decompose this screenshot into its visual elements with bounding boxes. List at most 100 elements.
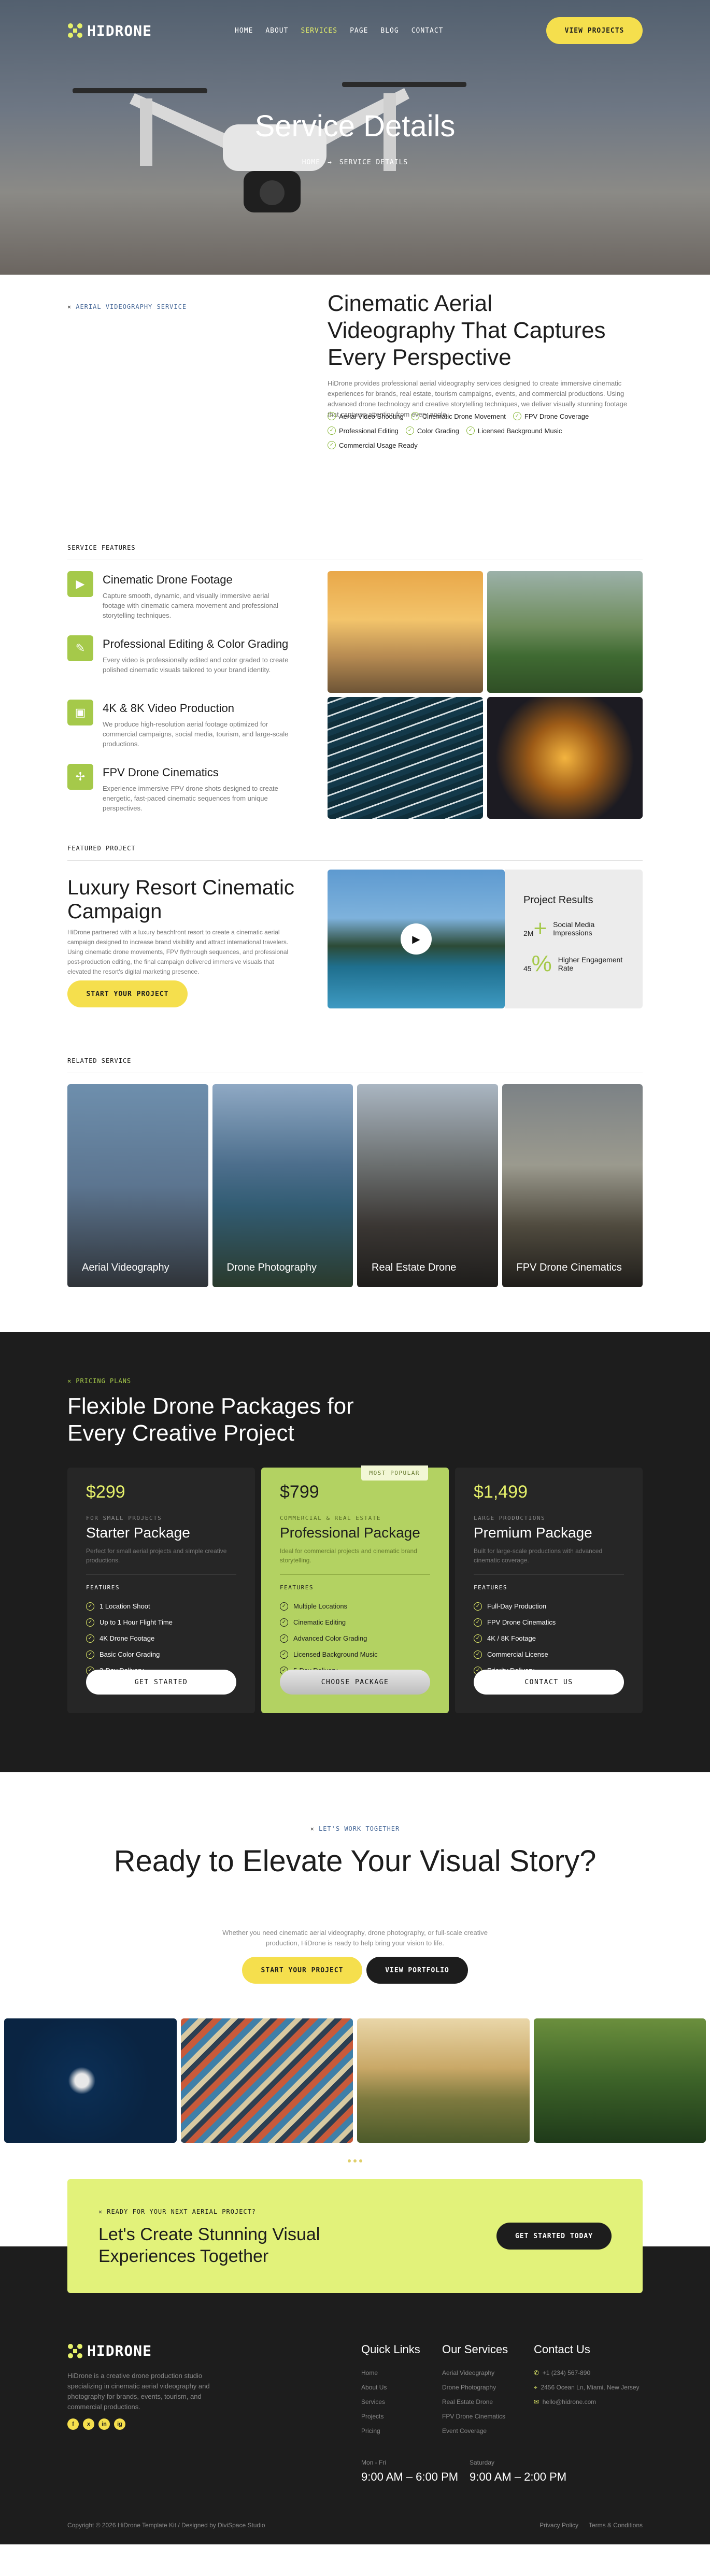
carousel-dots — [0, 2143, 710, 2179]
carousel-dot[interactable] — [353, 2159, 357, 2162]
privacy-policy-link[interactable]: Privacy Policy — [539, 2522, 578, 2529]
nav-contact[interactable]: CONTACT — [411, 27, 444, 35]
service-card[interactable]: FPV Drone Cinematics — [502, 1084, 643, 1287]
play-icon[interactable]: ▶ — [401, 923, 432, 955]
check-icon: ✓ — [410, 412, 419, 420]
footer-link[interactable]: Projects — [361, 2409, 420, 2424]
footer-link[interactable]: Pricing — [361, 2424, 420, 2438]
pricing-title: Flexible Drone Packages for Every Creati… — [67, 1393, 354, 1446]
view-projects-button[interactable]: VIEW PROJECTS — [546, 17, 643, 44]
carousel-dot[interactable] — [359, 2159, 362, 2162]
arrow-right-icon: → — [328, 159, 332, 166]
footer-link[interactable]: About Us — [361, 2380, 420, 2395]
plan-price: $299 — [86, 1482, 125, 1502]
get-started-today-button[interactable]: GET STARTED TODAY — [496, 2223, 612, 2250]
city-night-image — [487, 697, 643, 819]
footer-link[interactable]: Real Estate Drone — [442, 2395, 508, 2409]
feature-label: 1 Location Shoot — [100, 1602, 150, 1610]
service-card[interactable]: Aerial Videography — [67, 1084, 208, 1287]
footer-link[interactable]: Services — [361, 2395, 420, 2409]
contact-us-button[interactable]: CONTACT US — [474, 1670, 624, 1695]
drone-sunset-image — [328, 571, 483, 693]
view-portfolio-button[interactable]: VIEW PORTFOLIO — [366, 1957, 468, 1984]
stat-number: 45 — [523, 964, 532, 973]
drone-icon: ✢ — [67, 764, 93, 790]
feature-text: We produce high-resolution aerial footag… — [103, 720, 289, 748]
yacht-image[interactable] — [4, 2018, 177, 2143]
project-text: HiDrone partnered with a luxury beachfro… — [67, 929, 289, 975]
logo[interactable]: HIDRONE — [67, 22, 152, 39]
x-icon[interactable]: x — [83, 2418, 94, 2430]
feature-title: 4K & 8K Video Production — [103, 702, 234, 715]
choose-package-button[interactable]: CHOOSE PACKAGE — [280, 1670, 430, 1695]
card-title: Real Estate Drone — [372, 1262, 457, 1273]
social-links: f x in ig — [67, 2418, 125, 2430]
plan-features: ✓ Multiple Locations ✓ Cinematic Editing ✓… — [280, 1598, 430, 1678]
get-started-button[interactable]: GET STARTED — [86, 1670, 236, 1695]
start-project-button[interactable]: START YOUR PROJECT — [242, 1957, 362, 1984]
hours-time: 9:00 AM – 2:00 PM — [470, 2470, 567, 2483]
container-port-image[interactable] — [180, 2018, 353, 2143]
linkedin-icon[interactable]: in — [98, 2418, 110, 2430]
stat: 45% Higher Engagement Rate — [523, 951, 624, 977]
breadcrumb-home[interactable]: HOME — [302, 159, 320, 166]
drone-small-icon: ✕ — [310, 1825, 315, 1832]
feature-label: Licensed Background Music — [293, 1650, 378, 1658]
service-card[interactable]: Drone Photography — [212, 1084, 353, 1287]
feature-title: Professional Editing & Color Grading — [103, 637, 289, 650]
check-item: ✓ Color Grading — [405, 426, 459, 435]
plan-feature: ✓ 4K / 8K Footage — [474, 1630, 624, 1646]
address-text: 2456 Ocean Ln, Miami, New Jersey — [541, 2384, 640, 2391]
check-icon: ✓ — [513, 412, 521, 420]
check-icon: ✓ — [474, 1650, 482, 1659]
carousel-dot[interactable] — [348, 2159, 351, 2162]
nav-about[interactable]: ABOUT — [265, 27, 288, 35]
drone-logo-icon — [68, 2343, 82, 2358]
column-title: Our Services — [442, 2343, 508, 2356]
nav-page[interactable]: PAGE — [350, 27, 368, 35]
video-icon: ▣ — [67, 700, 93, 725]
cta-buttons: START YOUR PROJECT VIEW PORTFOLIO — [67, 1957, 643, 1984]
feature-text: Every video is professionally edited and… — [103, 656, 289, 674]
check-label: Cinematic Drone Movement — [422, 412, 506, 420]
nav-home[interactable]: HOME — [235, 27, 253, 35]
feature-label: Basic Color Grading — [100, 1650, 160, 1658]
feature-text: Experience immersive FPV drone shots des… — [103, 785, 278, 812]
terms-link[interactable]: Terms & Conditions — [589, 2522, 643, 2529]
mail-icon: ✉ — [534, 2398, 539, 2406]
instagram-icon[interactable]: ig — [114, 2418, 125, 2430]
marina-image — [328, 697, 483, 819]
intro-section: ✕ AERIAL VIDEOGRAPHY SERVICE Cinematic Ae… — [67, 275, 643, 544]
check-icon: ✓ — [280, 1634, 288, 1643]
hours-saturday: Saturday 9:00 AM – 2:00 PM — [470, 2459, 566, 2484]
start-project-button[interactable]: START YOUR PROJECT — [67, 980, 188, 1007]
phone-icon: ✆ — [534, 2369, 539, 2376]
check-icon: ✓ — [328, 441, 336, 449]
footer-logo[interactable]: HIDRONE — [67, 2342, 152, 2359]
footer-link[interactable]: Event Coverage — [442, 2424, 508, 2438]
footer-link[interactable]: Drone Photography — [442, 2380, 508, 2395]
nav-blog[interactable]: BLOG — [380, 27, 399, 35]
footer-link[interactable]: FPV Drone Cinematics — [442, 2409, 508, 2424]
plan-feature: ✓ 1 Location Shoot — [86, 1598, 236, 1614]
logo-text: HIDRONE — [87, 22, 152, 39]
check-icon: ✓ — [474, 1618, 482, 1627]
feature-title: Cinematic Drone Footage — [103, 573, 233, 586]
banner-tag-label: READY FOR YOUR NEXT AERIAL PROJECT? — [107, 2208, 257, 2215]
footer-link[interactable]: Aerial Videography — [442, 2366, 508, 2380]
check-icon: ✓ — [86, 1650, 94, 1659]
email-link[interactable]: ✉ hello@hidrone.com — [534, 2395, 640, 2409]
footer-link[interactable]: Home — [361, 2366, 420, 2380]
drone-controller-image[interactable] — [533, 2018, 706, 2143]
plan-name: Premium Package — [474, 1525, 592, 1541]
check-label: Commercial Usage Ready — [339, 441, 418, 449]
hills-image[interactable] — [357, 2018, 530, 2143]
service-card[interactable]: Real Estate Drone — [357, 1084, 498, 1287]
address-link[interactable]: ⌖ 2456 Ocean Ln, Miami, New Jersey — [534, 2380, 640, 2395]
phone-link[interactable]: ✆ +1 (234) 567-890 — [534, 2366, 640, 2380]
stat-label: Social Media Impressions — [553, 920, 595, 937]
project-video[interactable]: ▶ — [328, 870, 505, 1008]
facebook-icon[interactable]: f — [67, 2418, 79, 2430]
nav-services[interactable]: SERVICES — [301, 27, 337, 35]
drone-small-icon: ✕ — [67, 303, 72, 310]
